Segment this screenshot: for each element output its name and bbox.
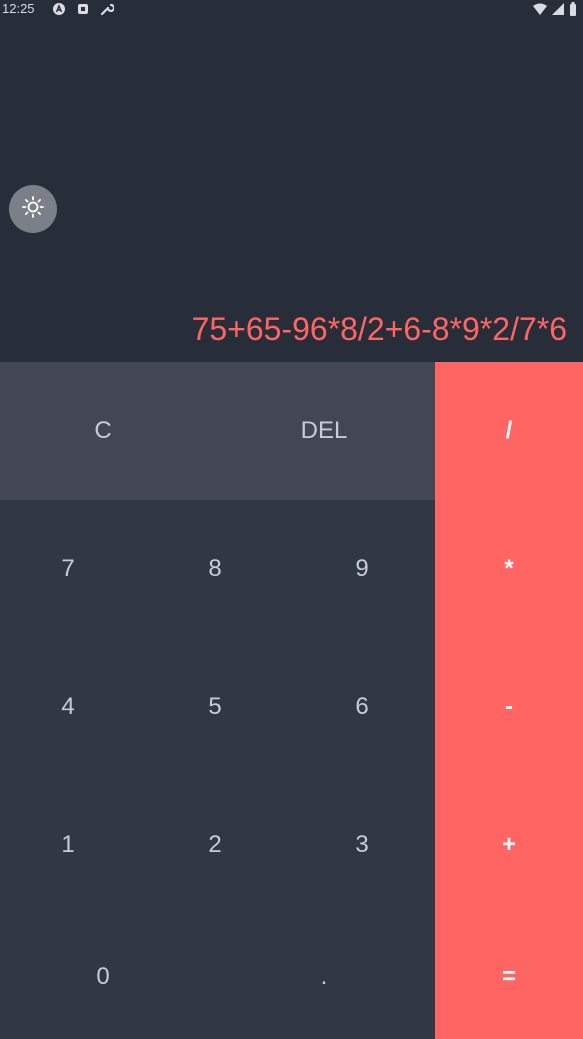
number-pad: 7 8 9 4 5 6 1 2 3 0 . xyxy=(0,500,435,1039)
digit-4-button[interactable]: 4 xyxy=(0,638,136,776)
delete-button[interactable]: DEL xyxy=(255,362,393,500)
keypad: C DEL 7 8 9 4 5 6 1 2 3 0 . / * - + = xyxy=(0,362,583,1039)
calculator-screen: 12:25 75+65-96*8/2+6-8*9*2/7*6 C DEL 7 8… xyxy=(0,0,583,1039)
app-a-icon xyxy=(52,2,66,16)
battery-icon xyxy=(569,2,577,16)
wrench-icon xyxy=(100,2,114,16)
digit-0-button[interactable]: 0 xyxy=(34,914,172,1039)
wifi-icon xyxy=(533,2,547,16)
status-left-icons xyxy=(52,2,114,16)
theme-toggle-button[interactable] xyxy=(9,185,57,233)
add-button[interactable]: + xyxy=(435,776,583,914)
function-row: C DEL xyxy=(0,362,435,500)
signal-icon xyxy=(551,2,565,16)
subtract-button[interactable]: - xyxy=(435,638,583,776)
sun-icon xyxy=(21,195,45,224)
status-right-icons xyxy=(533,2,577,16)
equals-button[interactable]: = xyxy=(435,914,583,1039)
digit-1-button[interactable]: 1 xyxy=(0,776,136,914)
operator-column: / * - + = xyxy=(435,362,583,1039)
digit-2-button[interactable]: 2 xyxy=(147,776,283,914)
status-bar: 12:25 xyxy=(0,0,583,18)
divide-button[interactable]: / xyxy=(435,362,583,500)
clear-button[interactable]: C xyxy=(34,362,172,500)
digit-3-button[interactable]: 3 xyxy=(294,776,430,914)
status-time: 12:25 xyxy=(2,1,35,16)
multiply-button[interactable]: * xyxy=(435,500,583,638)
decimal-button[interactable]: . xyxy=(255,914,393,1039)
digit-6-button[interactable]: 6 xyxy=(294,638,430,776)
digit-7-button[interactable]: 7 xyxy=(0,500,136,638)
digit-5-button[interactable]: 5 xyxy=(147,638,283,776)
expression-display: 75+65-96*8/2+6-8*9*2/7*6 xyxy=(191,311,567,347)
digit-9-button[interactable]: 9 xyxy=(294,500,430,638)
debug-icon xyxy=(76,2,90,16)
digit-8-button[interactable]: 8 xyxy=(147,500,283,638)
